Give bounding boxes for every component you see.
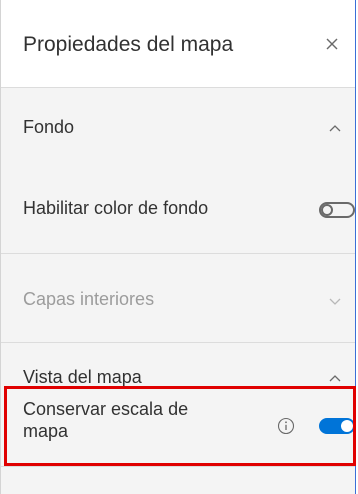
panel-title: Propiedades del mapa bbox=[23, 33, 234, 56]
toggle-knob bbox=[321, 204, 333, 216]
panel-header: Propiedades del mapa bbox=[1, 0, 355, 88]
background-color-row: Habilitar color de fondo bbox=[1, 165, 355, 253]
background-color-label: Habilitar color de fondo bbox=[23, 198, 209, 218]
divider bbox=[1, 466, 355, 467]
info-icon[interactable] bbox=[277, 417, 295, 435]
section-fondo-label: Fondo bbox=[23, 117, 75, 137]
preserve-scale-label-line1: Conservar escala de bbox=[23, 399, 189, 419]
preserve-scale-label-line2: mapa bbox=[23, 421, 69, 441]
toggle-knob bbox=[341, 420, 353, 432]
section-vista-header[interactable]: Vista del mapa bbox=[1, 343, 355, 387]
preserve-scale-label: Conservar escala de mapa bbox=[23, 398, 188, 442]
map-properties-panel: Propiedades del mapa Fondo Habilitar col… bbox=[0, 0, 356, 494]
chevron-down-icon bbox=[329, 298, 341, 305]
section-capas-label: Capas interiores bbox=[23, 289, 155, 309]
close-icon[interactable] bbox=[321, 33, 343, 55]
section-capas-header: Capas interiores bbox=[1, 254, 355, 342]
chevron-up-icon bbox=[329, 375, 341, 382]
preserve-scale-row: Conservar escala de mapa bbox=[1, 387, 355, 465]
preserve-scale-toggle[interactable] bbox=[319, 418, 355, 434]
background-color-toggle[interactable] bbox=[319, 202, 355, 218]
section-fondo-header[interactable]: Fondo bbox=[1, 89, 355, 165]
section-vista-label: Vista del mapa bbox=[23, 367, 142, 387]
chevron-up-icon bbox=[329, 125, 341, 132]
